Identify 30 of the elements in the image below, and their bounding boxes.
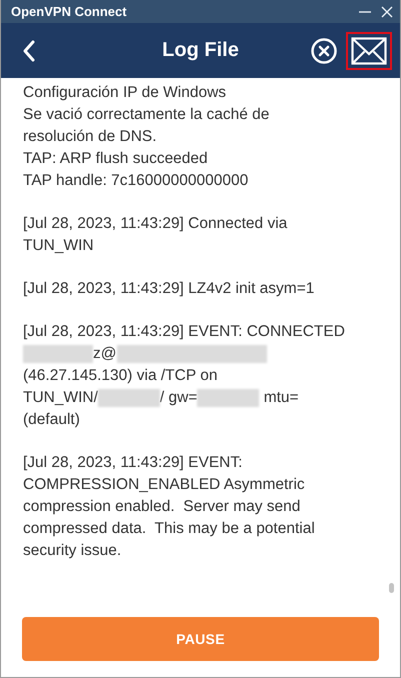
log-line: compression enabled. Server may send xyxy=(23,497,302,517)
log-line: TUN_WIN xyxy=(23,236,95,256)
scrollbar-thumb[interactable] xyxy=(389,583,394,593)
log-line: resolución de DNS. xyxy=(23,127,158,147)
log-line: z@ xyxy=(23,343,390,365)
log-line: (default) xyxy=(23,410,81,430)
redaction-blur xyxy=(23,345,93,363)
log-line: [Jul 28, 2023, 11:43:29] EVENT: CONNECTED xyxy=(23,322,346,342)
redaction-blur xyxy=(98,389,160,407)
log-line: Configuración IP de Windows xyxy=(23,83,228,103)
log-line: [Jul 28, 2023, 11:43:29] EVENT: xyxy=(23,453,244,473)
redaction-blur xyxy=(197,389,260,407)
log-line: [Jul 28, 2023, 11:43:29] LZ4v2 init asym=1 xyxy=(23,279,316,299)
close-icon[interactable] xyxy=(380,4,394,18)
mail-button[interactable] xyxy=(346,32,392,70)
log-line: (46.27.145.130) via /TCP on xyxy=(23,366,218,386)
log-line: TUN_WIN/ / gw= mtu= xyxy=(23,388,300,409)
log-line: [Jul 28, 2023, 11:43:29] Connected via xyxy=(23,214,288,234)
log-line: TAP handle: 7c16000000000000 xyxy=(23,171,250,191)
log-line: TAP: ARP flush succeeded xyxy=(23,149,209,169)
window-title: OpenVPN Connect xyxy=(11,4,127,19)
envelope-icon xyxy=(351,36,387,64)
page-title: Log File xyxy=(162,39,239,62)
log-line: security issue. xyxy=(23,541,122,561)
back-icon[interactable] xyxy=(21,38,37,62)
log-line: Se vació correctamente la caché de xyxy=(23,105,270,125)
log-line: compressed data. This may be a potential xyxy=(23,519,316,539)
log-line: COMPRESSION_ENABLED Asymmetric xyxy=(23,475,306,495)
pause-button[interactable]: PAUSE xyxy=(22,617,379,661)
clear-icon[interactable] xyxy=(310,36,338,64)
